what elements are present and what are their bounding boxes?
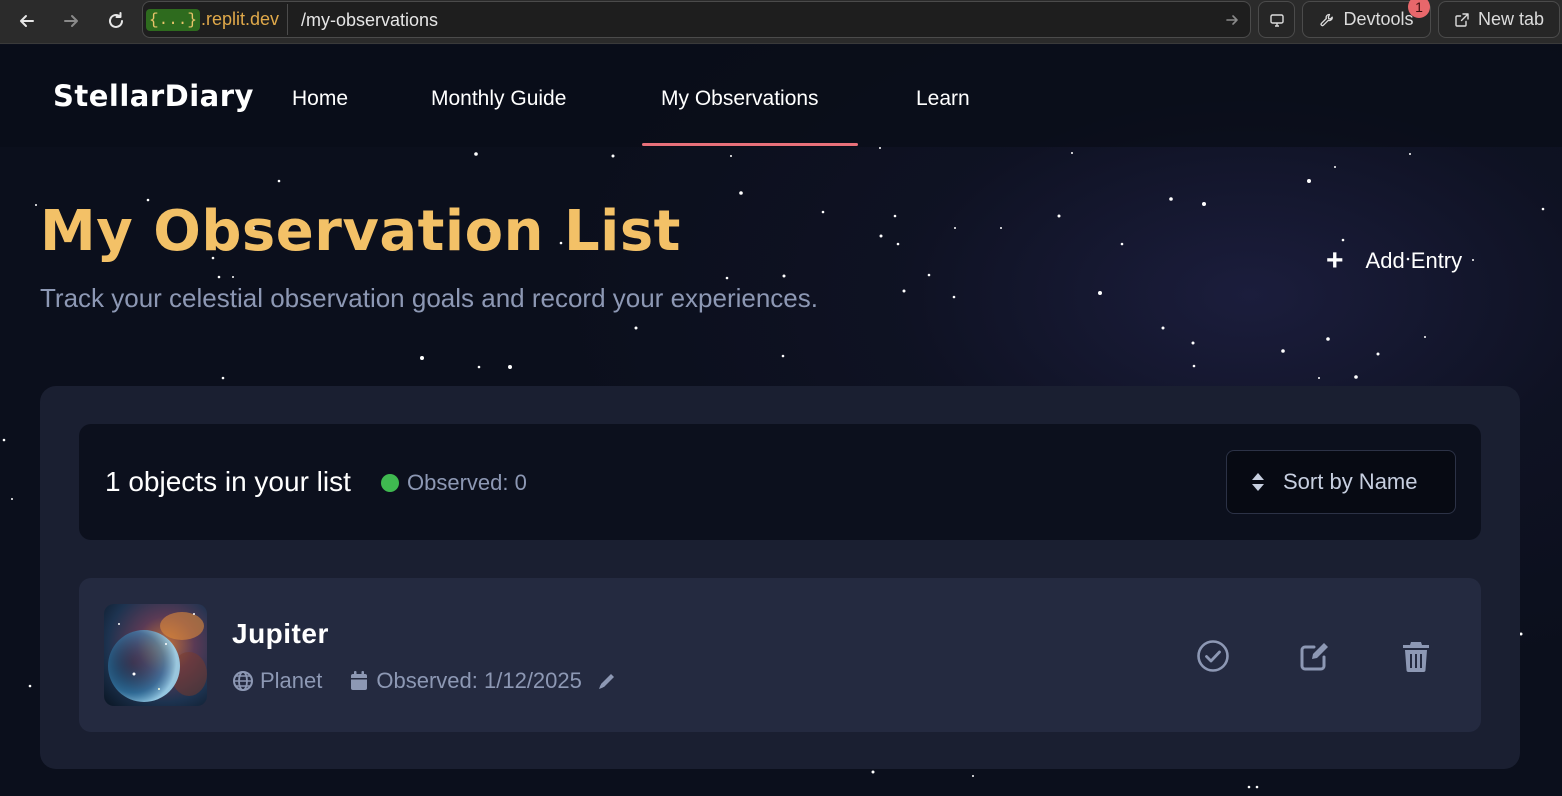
brand-logo[interactable]: StellarDiary — [53, 79, 254, 113]
nav-my-observations[interactable]: My Observations — [661, 87, 819, 111]
forward-button[interactable] — [57, 7, 85, 35]
plus-icon: + — [1326, 244, 1344, 277]
url-path: /my-observations — [301, 10, 439, 30]
new-tab-label: New tab — [1477, 9, 1545, 29]
pencil-icon[interactable] — [596, 670, 618, 692]
reload-icon — [109, 12, 123, 28]
new-tab-button[interactable]: New tab — [1438, 1, 1560, 38]
url-host: {...} .replit.dev — [146, 4, 289, 35]
arrow-right-icon — [64, 15, 78, 27]
page-title: My Observation List — [40, 199, 681, 264]
observed-count-label: Observed: 0 — [407, 470, 527, 495]
object-count: 1 objects in your list — [105, 466, 351, 497]
go-arrow-icon[interactable] — [1224, 12, 1240, 28]
page-subtitle: Track your celestial observation goals a… — [40, 283, 818, 313]
arrow-left-icon — [20, 15, 34, 27]
nav-home[interactable]: Home — [292, 87, 348, 111]
trash-icon — [1403, 642, 1429, 672]
mark-observed-button[interactable] — [1196, 638, 1230, 674]
observed-count-badge: Observed: 0 — [381, 470, 527, 496]
wrench-icon — [1320, 13, 1334, 26]
devtools-label: Devtools — [1343, 9, 1414, 29]
screen-button[interactable] — [1258, 1, 1295, 38]
monitor-icon — [1269, 13, 1284, 27]
reload-button[interactable] — [102, 7, 130, 35]
observed-date: Observed: 1/12/2025 — [376, 668, 582, 693]
back-button[interactable] — [13, 7, 41, 35]
edit-icon — [1300, 643, 1328, 671]
sort-label: Sort by Name — [1283, 469, 1418, 494]
top-navigation: StellarDiary Home Monthly Guide My Obser… — [0, 45, 1562, 147]
observation-panel: 1 objects in your list Observed: 0 Sort … — [40, 386, 1520, 769]
edit-button[interactable] — [1298, 638, 1332, 674]
delete-button[interactable] — [1399, 638, 1433, 674]
app-viewport: StellarDiary Home Monthly Guide My Obser… — [0, 45, 1562, 796]
sort-icon — [1252, 473, 1264, 491]
address-bar[interactable]: {...} .replit.dev /my-observations — [142, 1, 1251, 38]
list-summary: 1 objects in your list Observed: 0 Sort … — [79, 424, 1481, 540]
nebula-image — [104, 604, 207, 706]
replit-badge: {...} — [146, 8, 201, 31]
observation-type: Planet — [260, 668, 323, 693]
url-domain: .replit.dev — [201, 9, 280, 29]
observation-thumbnail — [104, 604, 207, 706]
nav-learn[interactable]: Learn — [916, 87, 970, 111]
check-circle-icon — [1197, 640, 1229, 672]
active-nav-indicator — [642, 143, 858, 146]
observation-name: Jupiter — [232, 618, 329, 649]
add-entry-label: Add Entry — [1365, 248, 1463, 273]
list-item: Jupiter Planet Observed: 1/12/2025 — [79, 578, 1481, 732]
calendar-icon — [351, 671, 368, 690]
globe-icon — [233, 671, 253, 691]
external-link-icon — [1455, 12, 1469, 27]
sort-button[interactable]: Sort by Name — [1226, 450, 1456, 514]
observation-meta: Planet Observed: 1/12/2025 — [232, 668, 618, 694]
browser-toolbar: {...} .replit.dev /my-observations Devto… — [0, 0, 1562, 44]
add-entry-button[interactable]: + Add Entry — [1326, 243, 1462, 279]
status-dot-icon — [381, 474, 399, 492]
nav-monthly-guide[interactable]: Monthly Guide — [431, 87, 566, 111]
